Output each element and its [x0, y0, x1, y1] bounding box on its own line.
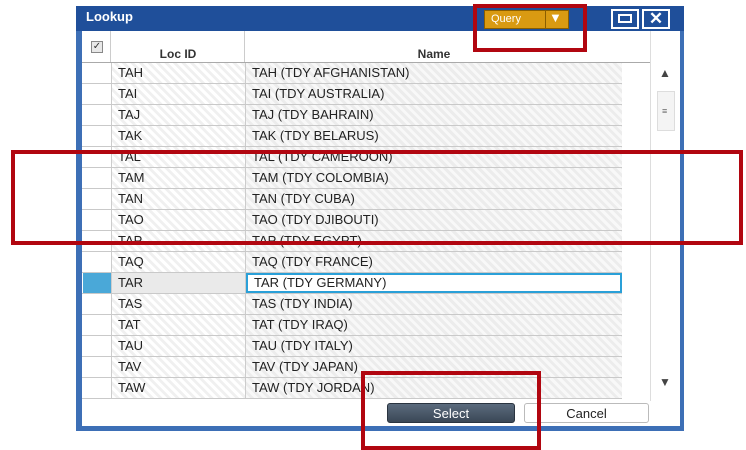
loc-id-cell[interactable]: TAH	[112, 63, 246, 83]
name-cell[interactable]: TAJ (TDY BAHRAIN)	[246, 105, 622, 125]
name-cell[interactable]: TAK (TDY BELARUS)	[246, 126, 622, 146]
name-cell[interactable]: TAU (TDY ITALY)	[246, 336, 622, 356]
name-cell[interactable]: TAQ (TDY FRANCE)	[246, 252, 622, 272]
loc-id-cell[interactable]: TAS	[112, 294, 246, 314]
loc-id-header-label: Loc ID	[159, 47, 197, 61]
table-row[interactable]: TAK TAK (TDY BELARUS)	[82, 126, 622, 147]
row-selector[interactable]	[83, 336, 112, 356]
name-cell[interactable]: TAH (TDY AFGHANISTAN)	[246, 63, 622, 83]
loc-id-cell[interactable]: TAR	[112, 273, 246, 293]
table-row[interactable]: TAW TAW (TDY JORDAN)	[82, 378, 622, 399]
scroll-up-icon[interactable]: ▲	[659, 66, 671, 80]
name-cell[interactable]: TAS (TDY INDIA)	[246, 294, 622, 314]
loc-id-cell[interactable]: TAU	[112, 336, 246, 356]
table-row[interactable]: TAS TAS (TDY INDIA)	[82, 294, 622, 315]
table-row[interactable]: TAT TAT (TDY IRAQ)	[82, 315, 622, 336]
loc-id-cell[interactable]: TAI	[112, 84, 246, 104]
close-button[interactable]: ✕	[642, 9, 670, 29]
row-selector[interactable]	[83, 63, 112, 83]
title-bar[interactable]: Lookup Query ▼ ✕	[76, 6, 684, 31]
row-selector[interactable]	[83, 294, 112, 314]
loc-id-cell[interactable]: TAQ	[112, 252, 246, 272]
maximize-button[interactable]	[611, 9, 639, 29]
table-row[interactable]: TAQ TAQ (TDY FRANCE)	[82, 252, 622, 273]
highlight-select	[361, 371, 541, 450]
window-title: Lookup	[86, 9, 133, 24]
grip-icon: ≡	[662, 106, 668, 116]
name-cell[interactable]: TAI (TDY AUSTRALIA)	[246, 84, 622, 104]
highlight-rows	[11, 150, 743, 245]
maximize-icon	[618, 14, 632, 23]
table-row[interactable]: TAJ TAJ (TDY BAHRAIN)	[82, 105, 622, 126]
name-cell[interactable]: TAT (TDY IRAQ)	[246, 315, 622, 335]
row-selector[interactable]	[83, 378, 112, 398]
row-selector[interactable]	[83, 105, 112, 125]
row-selector[interactable]	[83, 315, 112, 335]
loc-id-cell[interactable]: TAJ	[112, 105, 246, 125]
row-selector[interactable]	[83, 84, 112, 104]
table-row[interactable]: TAI TAI (TDY AUSTRALIA)	[82, 84, 622, 105]
row-selector[interactable]	[83, 252, 112, 272]
header-select-column: ✓	[83, 31, 111, 62]
loc-id-cell[interactable]: TAK	[112, 126, 246, 146]
scroll-down-icon[interactable]: ▼	[659, 375, 671, 389]
loc-id-cell[interactable]: TAT	[112, 315, 246, 335]
loc-id-cell[interactable]: TAW	[112, 378, 246, 398]
column-header-loc-id[interactable]: Loc ID	[112, 31, 245, 62]
cancel-button[interactable]: Cancel	[524, 403, 649, 423]
table-row[interactable]: TAH TAH (TDY AFGHANISTAN)	[82, 63, 622, 84]
name-cell[interactable]: TAR (TDY GERMANY)	[246, 273, 622, 293]
row-selector[interactable]	[83, 126, 112, 146]
table-row[interactable]: TAR TAR (TDY GERMANY)	[82, 273, 622, 294]
highlight-query	[473, 4, 587, 52]
loc-id-cell[interactable]: TAV	[112, 357, 246, 377]
select-all-checkbox[interactable]: ✓	[91, 41, 103, 53]
row-selector[interactable]	[83, 273, 112, 293]
table-row[interactable]: TAV TAV (TDY JAPAN)	[82, 357, 622, 378]
table-row[interactable]: TAU TAU (TDY ITALY)	[82, 336, 622, 357]
scroll-thumb[interactable]: ≡	[657, 91, 675, 131]
row-selector[interactable]	[83, 357, 112, 377]
close-icon: ✕	[648, 9, 664, 28]
